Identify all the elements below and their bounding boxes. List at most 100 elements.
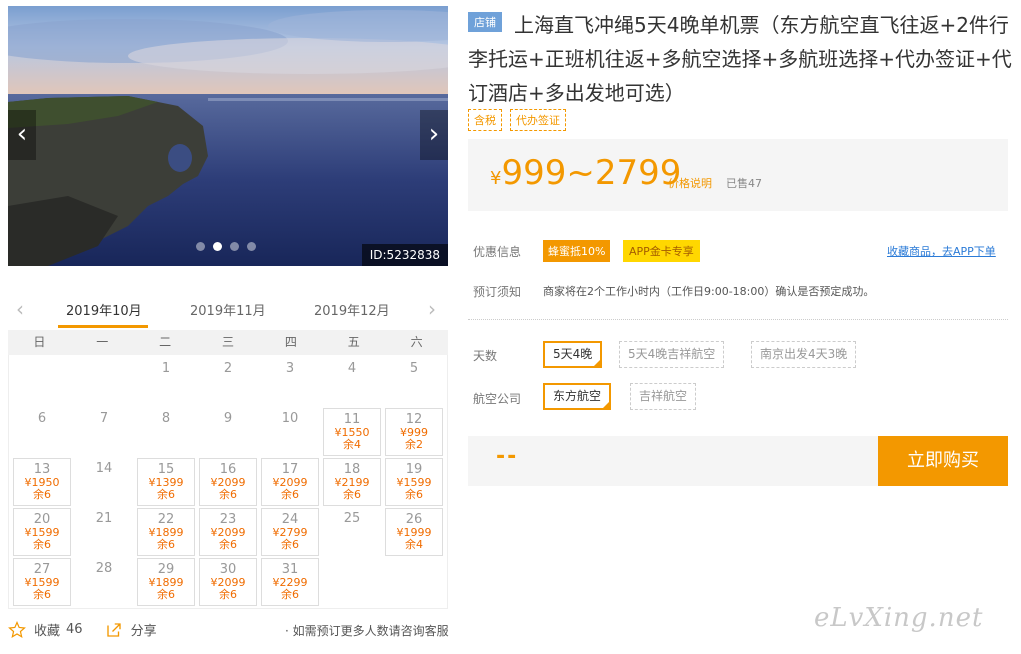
calendar-day-number: 7	[99, 411, 109, 426]
calendar-day-cell[interactable]: 11 ¥1550 余4	[323, 408, 381, 456]
calendar-prev-icon[interactable]: ‹	[16, 297, 24, 321]
product-gallery[interactable]: ‹ › ID:5232838	[8, 6, 448, 266]
promo-label: 优惠信息	[473, 245, 522, 259]
tag-visa-service: 代办签证	[510, 109, 566, 131]
calendar-day-cell[interactable]: 23 ¥2099 余6	[199, 508, 257, 556]
calendar-day-cell[interactable]: 30 ¥2099 余6	[199, 558, 257, 606]
calendar-month-nav: ‹ 2019年10月 2019年11月 2019年12月 ›	[8, 293, 448, 329]
calendar-day-number: 1	[161, 361, 171, 376]
image-id-label: ID:5232838	[361, 244, 448, 266]
calendar-day-number: 4	[347, 361, 357, 376]
calendar-day-cell[interactable]: 19 ¥1599 余6	[385, 458, 443, 506]
calendar-day-stock: 余6	[33, 538, 51, 551]
gallery-dot[interactable]	[230, 242, 239, 251]
active-month-indicator	[58, 325, 148, 328]
calendar-day-cell[interactable]: 15 ¥1399 余6	[137, 458, 195, 506]
calendar-day-cell[interactable]: 18 ¥2199 余6	[323, 458, 381, 506]
promo-badge-honey: 蜂蜜抵10%	[543, 240, 611, 262]
collect-button[interactable]: 收藏	[34, 620, 60, 639]
calendar-day-number: 23	[219, 512, 237, 527]
collect-count: 46	[66, 622, 83, 637]
days-option-5d4n[interactable]: 5天4晚	[543, 341, 603, 368]
shop-badge: 店铺	[468, 12, 502, 32]
days-label: 天数	[473, 349, 498, 363]
price-note-link[interactable]: 价格说明	[668, 175, 712, 191]
collect-product-link[interactable]: 收藏商品，去APP下单	[887, 243, 996, 259]
calendar-day-stock: 余4	[405, 538, 423, 551]
gallery-dot[interactable]	[196, 242, 205, 251]
calendar-day-cell: 21	[75, 508, 133, 556]
calendar-day-cell[interactable]: 27 ¥1599 余6	[13, 558, 71, 606]
calendar-day-stock: 余4	[343, 438, 361, 451]
gallery-dot-active[interactable]	[213, 242, 222, 251]
calendar-day-cell[interactable]: 31 ¥2299 余6	[261, 558, 319, 606]
calendar-day-stock: 余6	[33, 588, 51, 601]
weekday-label: 一	[96, 335, 109, 349]
tab-month-oct[interactable]: 2019年10月	[66, 300, 142, 319]
share-icon[interactable]	[105, 621, 123, 639]
calendar-day-cell: 5	[385, 358, 443, 406]
calendar-day-stock: 余6	[281, 588, 299, 601]
calendar-day-cell[interactable]: 17 ¥2099 余6	[261, 458, 319, 506]
sold-count: 已售47	[726, 177, 762, 190]
weekday-label: 四	[284, 335, 297, 349]
watermark-logo: eLvXing.net	[814, 603, 984, 633]
calendar-day-cell: 14	[75, 458, 133, 506]
calendar-day-cell[interactable]: 13 ¥1950 余6	[13, 458, 71, 506]
calendar-day-stock: 余6	[157, 588, 175, 601]
calendar-day-number: 3	[285, 361, 295, 376]
calendar-day-cell[interactable]: 16 ¥2099 余6	[199, 458, 257, 506]
calendar-day-number: 30	[219, 562, 237, 577]
gallery-next-button[interactable]: ›	[420, 110, 448, 160]
days-option-nanjing-4d3n[interactable]: 南京出发4天3晚	[751, 341, 857, 368]
buy-now-button[interactable]: 立即购买	[878, 436, 1008, 486]
calendar-day-number: 15	[157, 462, 175, 477]
calendar-day-cell[interactable]: 12 ¥999 余2	[385, 408, 443, 456]
calendar-day-number: 6	[37, 411, 47, 426]
calendar-day-number: 20	[33, 512, 51, 527]
calendar-day-number: 5	[409, 361, 419, 376]
calendar-day-stock: 余6	[343, 488, 361, 501]
calendar-day-cell[interactable]: 22 ¥1899 余6	[137, 508, 195, 556]
calendar-day-number: 24	[281, 512, 299, 527]
calendar-day-cell: 28	[75, 558, 133, 606]
calendar-day-stock: 余6	[405, 488, 423, 501]
calendar-day-stock: 余6	[157, 538, 175, 551]
notice-label: 预订须知	[473, 285, 522, 299]
days-option-5d4n-juneyao[interactable]: 5天4晚吉祥航空	[619, 341, 725, 368]
calendar-day-cell: 1	[137, 358, 195, 406]
calendar-day-cell[interactable]: 20 ¥1599 余6	[13, 508, 71, 556]
share-button[interactable]: 分享	[131, 620, 157, 639]
calendar-next-icon[interactable]: ›	[428, 297, 436, 321]
calendar-day-number: 14	[95, 461, 113, 476]
airline-option-juneyao[interactable]: 吉祥航空	[630, 383, 697, 410]
weekday-label: 二	[159, 335, 172, 349]
tab-month-dec[interactable]: 2019年12月	[314, 300, 390, 319]
star-icon[interactable]	[8, 620, 26, 639]
gallery-prev-button[interactable]: ‹	[8, 110, 36, 160]
calendar-day-number: 10	[281, 411, 299, 426]
calendar-day-number: 18	[343, 462, 361, 477]
calendar-day-cell: 25	[323, 508, 381, 556]
calendar-day-cell[interactable]: 29 ¥1899 余6	[137, 558, 195, 606]
currency-symbol: ¥	[490, 168, 502, 189]
quantity-display: --	[496, 444, 519, 469]
calendar-day-number: 29	[157, 562, 175, 577]
gallery-dots[interactable]	[196, 242, 256, 251]
calendar-day-cell[interactable]: 24 ¥2799 余6	[261, 508, 319, 556]
calendar-day-cell[interactable]: 26 ¥1999 余4	[385, 508, 443, 556]
calendar-day-number: 17	[281, 462, 299, 477]
tab-month-nov[interactable]: 2019年11月	[190, 300, 266, 319]
calendar-weekday-header: 日 一 二 三 四 五 六	[8, 330, 448, 355]
calendar-day-cell: 4	[323, 358, 381, 406]
product-tags: 含税 代办签证	[468, 109, 566, 131]
calendar-day-number: 11	[343, 412, 361, 427]
product-title: 上海直飞冲绳5天4晚单机票（东方航空直飞往返+2件行李托运+正班机往返+多航空选…	[468, 13, 1012, 105]
calendar-day-number: 21	[95, 511, 113, 526]
gallery-dot[interactable]	[247, 242, 256, 251]
calendar-day-stock: 余6	[219, 538, 237, 551]
calendar-day-number: 25	[343, 511, 361, 526]
airline-option-eastern[interactable]: 东方航空	[543, 383, 612, 410]
product-photo	[8, 6, 448, 266]
promo-badge-app-gold: APP金卡专享	[623, 240, 700, 262]
